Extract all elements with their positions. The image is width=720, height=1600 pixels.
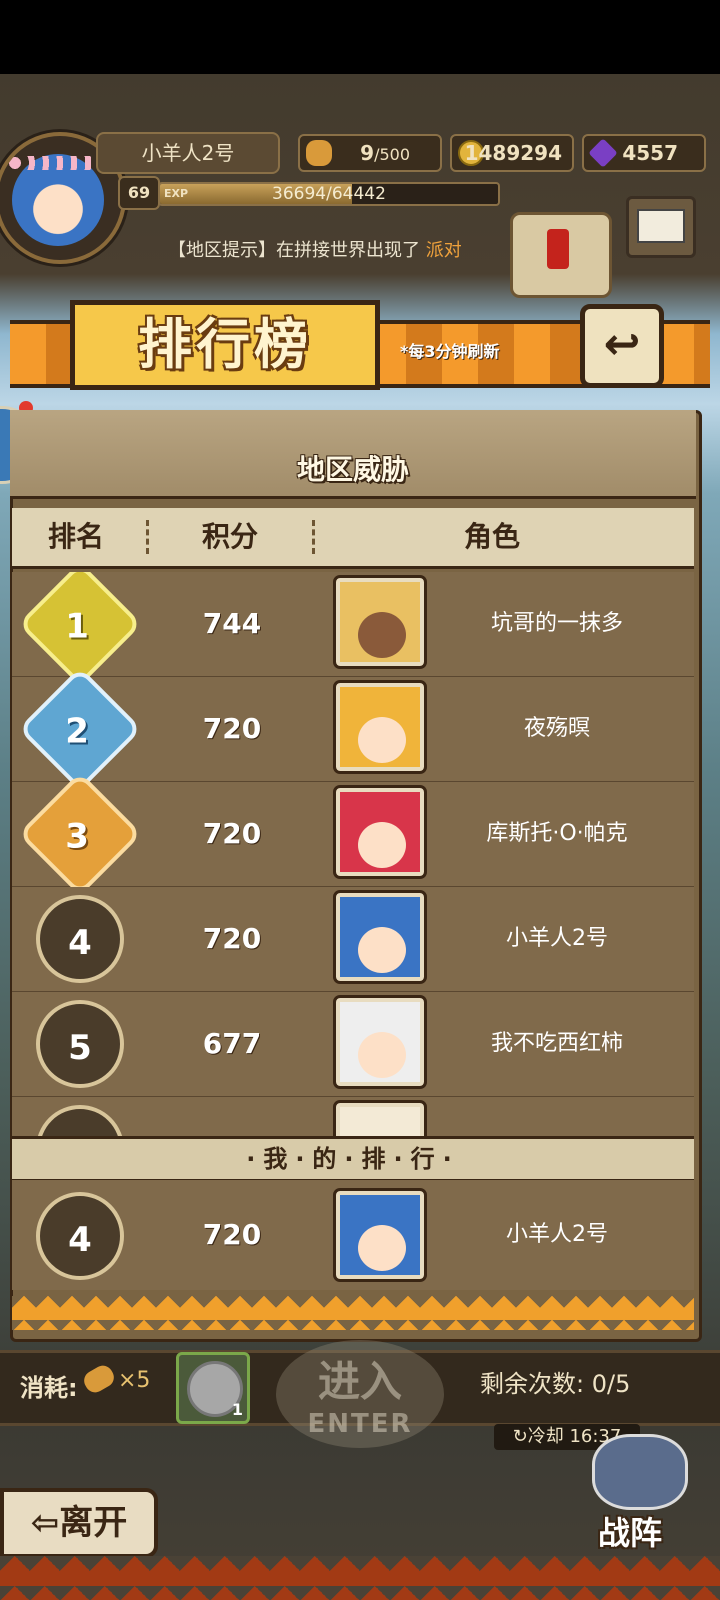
cost-value: ×5 (118, 1368, 151, 1393)
leaderboard-row[interactable]: 4 720 小羊人2号 (12, 887, 694, 993)
gold-value: 1489294 (464, 141, 562, 165)
level-badge: 69 (118, 176, 160, 210)
enter-label-en: ENTER (307, 1409, 413, 1439)
portrait-face (358, 927, 406, 973)
enter-label: 进入 (317, 1357, 402, 1406)
column-divider (146, 520, 149, 554)
portrait-face (358, 1032, 406, 1078)
score-value: 744 (202, 607, 262, 640)
stamina-value: 9 (360, 141, 375, 165)
ranking-list[interactable]: 1 744 坑哥的一抹多 2 720 夜殇暝 3 720 库斯托·O·帕克 4 720 小羊人2号 5 6… (12, 572, 694, 1136)
formation-label: 战阵 (598, 1514, 663, 1552)
player-name: 小羊人2号 (96, 132, 280, 174)
column-score: 积分 (202, 520, 259, 553)
rank-badge: 5 (36, 1000, 124, 1088)
stamina-max: /500 (374, 145, 410, 164)
quest-scroll-icon[interactable] (510, 212, 612, 298)
enter-button[interactable]: 进入 ENTER (276, 1340, 444, 1448)
leaderboard-row[interactable]: 2 720 夜殇暝 (12, 666, 694, 792)
cost-label: 消耗: (20, 1374, 78, 1402)
back-button[interactable]: ↩ (580, 304, 664, 388)
player-portrait[interactable] (333, 785, 427, 879)
ticker-highlight: 派对 (425, 240, 462, 261)
score-value: 720 (202, 922, 262, 955)
column-divider (312, 520, 315, 554)
player-portrait[interactable] (333, 575, 427, 669)
player-portrait[interactable] (333, 680, 427, 774)
ticker-text: 【地区提示】在拼接世界出现了 (168, 240, 426, 261)
my-rank-separator: ·我·的·排·行· (12, 1136, 694, 1182)
exp-value: 36694/64442 (272, 184, 386, 204)
panel-zigzag-edge (12, 1296, 694, 1330)
portrait-face (358, 717, 406, 763)
ticket-count: 1 (231, 1400, 243, 1419)
gold-display[interactable]: 1489294 (450, 134, 574, 172)
player-name: 夜殇暝 (523, 716, 590, 741)
page-title: 排行榜 (70, 300, 380, 390)
mail-button[interactable] (626, 196, 696, 258)
player-name: 库斯托·O·帕克 (486, 821, 628, 846)
my-portrait[interactable] (333, 1188, 427, 1282)
status-bar (0, 0, 720, 74)
my-player-name: 小羊人2号 (506, 1222, 608, 1247)
region-ticker: 【地区提示】在拼接世界出现了 派对 (168, 236, 520, 266)
rank-number: 1 (65, 606, 90, 647)
score-value: 720 (202, 712, 262, 745)
rank-number: 2 (65, 711, 90, 752)
column-rank: 排名 (48, 520, 105, 553)
portrait-face (358, 612, 406, 658)
bread-icon (306, 140, 332, 166)
return-icon: ↩ (603, 319, 641, 370)
rank-badge: 4 (36, 895, 124, 983)
leaderboard-row[interactable]: 5 677 我不吃西红柿 (12, 992, 694, 1098)
player-name: 坑哥的一抹多 (490, 611, 623, 636)
column-role: 角色 (464, 520, 521, 553)
score-value: 677 (202, 1027, 262, 1060)
rank-number: 5 (68, 1028, 92, 1068)
my-score: 720 (202, 1218, 262, 1251)
leaderboard-row[interactable] (12, 1097, 694, 1136)
gem-value: 4557 (622, 141, 678, 165)
column-headers: 排名 积分 角色 (12, 508, 694, 569)
remaining-attempts: 剩余次数: 0/5 (480, 1370, 631, 1398)
gold-medal-icon: 1 (17, 572, 143, 687)
portrait-face (358, 822, 406, 868)
my-rank-number: 4 (68, 1220, 92, 1260)
gem-icon (588, 138, 618, 168)
bottom-zigzag-edge (0, 1556, 720, 1600)
stamina-display[interactable]: 9/500 (298, 134, 442, 172)
my-rank-row[interactable]: 4 720 小羊人2号 (12, 1180, 694, 1290)
player-name: 我不吃西红柿 (490, 1031, 623, 1056)
player-portrait[interactable] (333, 1100, 427, 1136)
silver-medal-icon: 2 (17, 666, 143, 792)
rank-number: 4 (68, 923, 92, 963)
score-value: 720 (202, 817, 262, 850)
panel-title: 地区威胁 (296, 453, 409, 486)
formation-button[interactable]: 战阵 (578, 1424, 702, 1552)
mail-icon (637, 209, 685, 243)
leave-button[interactable]: ⇦离开 (0, 1488, 158, 1558)
bronze-medal-icon: 3 (17, 771, 143, 897)
player-portrait[interactable] (333, 995, 427, 1089)
refresh-note: *每3分钟刷新 (400, 342, 500, 361)
formation-icon (592, 1434, 688, 1510)
entry-ticket[interactable]: 1 (176, 1352, 250, 1424)
portrait-hair (340, 1107, 420, 1136)
leaderboard-row[interactable]: 3 720 库斯托·O·帕克 (12, 771, 694, 897)
gem-display[interactable]: 4557 (582, 134, 706, 172)
portrait-face (358, 1225, 406, 1271)
flower-crown-icon (8, 156, 108, 170)
exp-bar: EXP 36694/64442 (158, 182, 500, 206)
rank-number: 3 (65, 816, 90, 857)
my-rank-badge: 4 (36, 1192, 124, 1280)
player-name: 小羊人2号 (506, 926, 608, 951)
player-portrait[interactable] (333, 890, 427, 984)
rank-badge (36, 1105, 124, 1136)
leaderboard-row[interactable]: 1 744 坑哥的一抹多 (12, 572, 694, 687)
